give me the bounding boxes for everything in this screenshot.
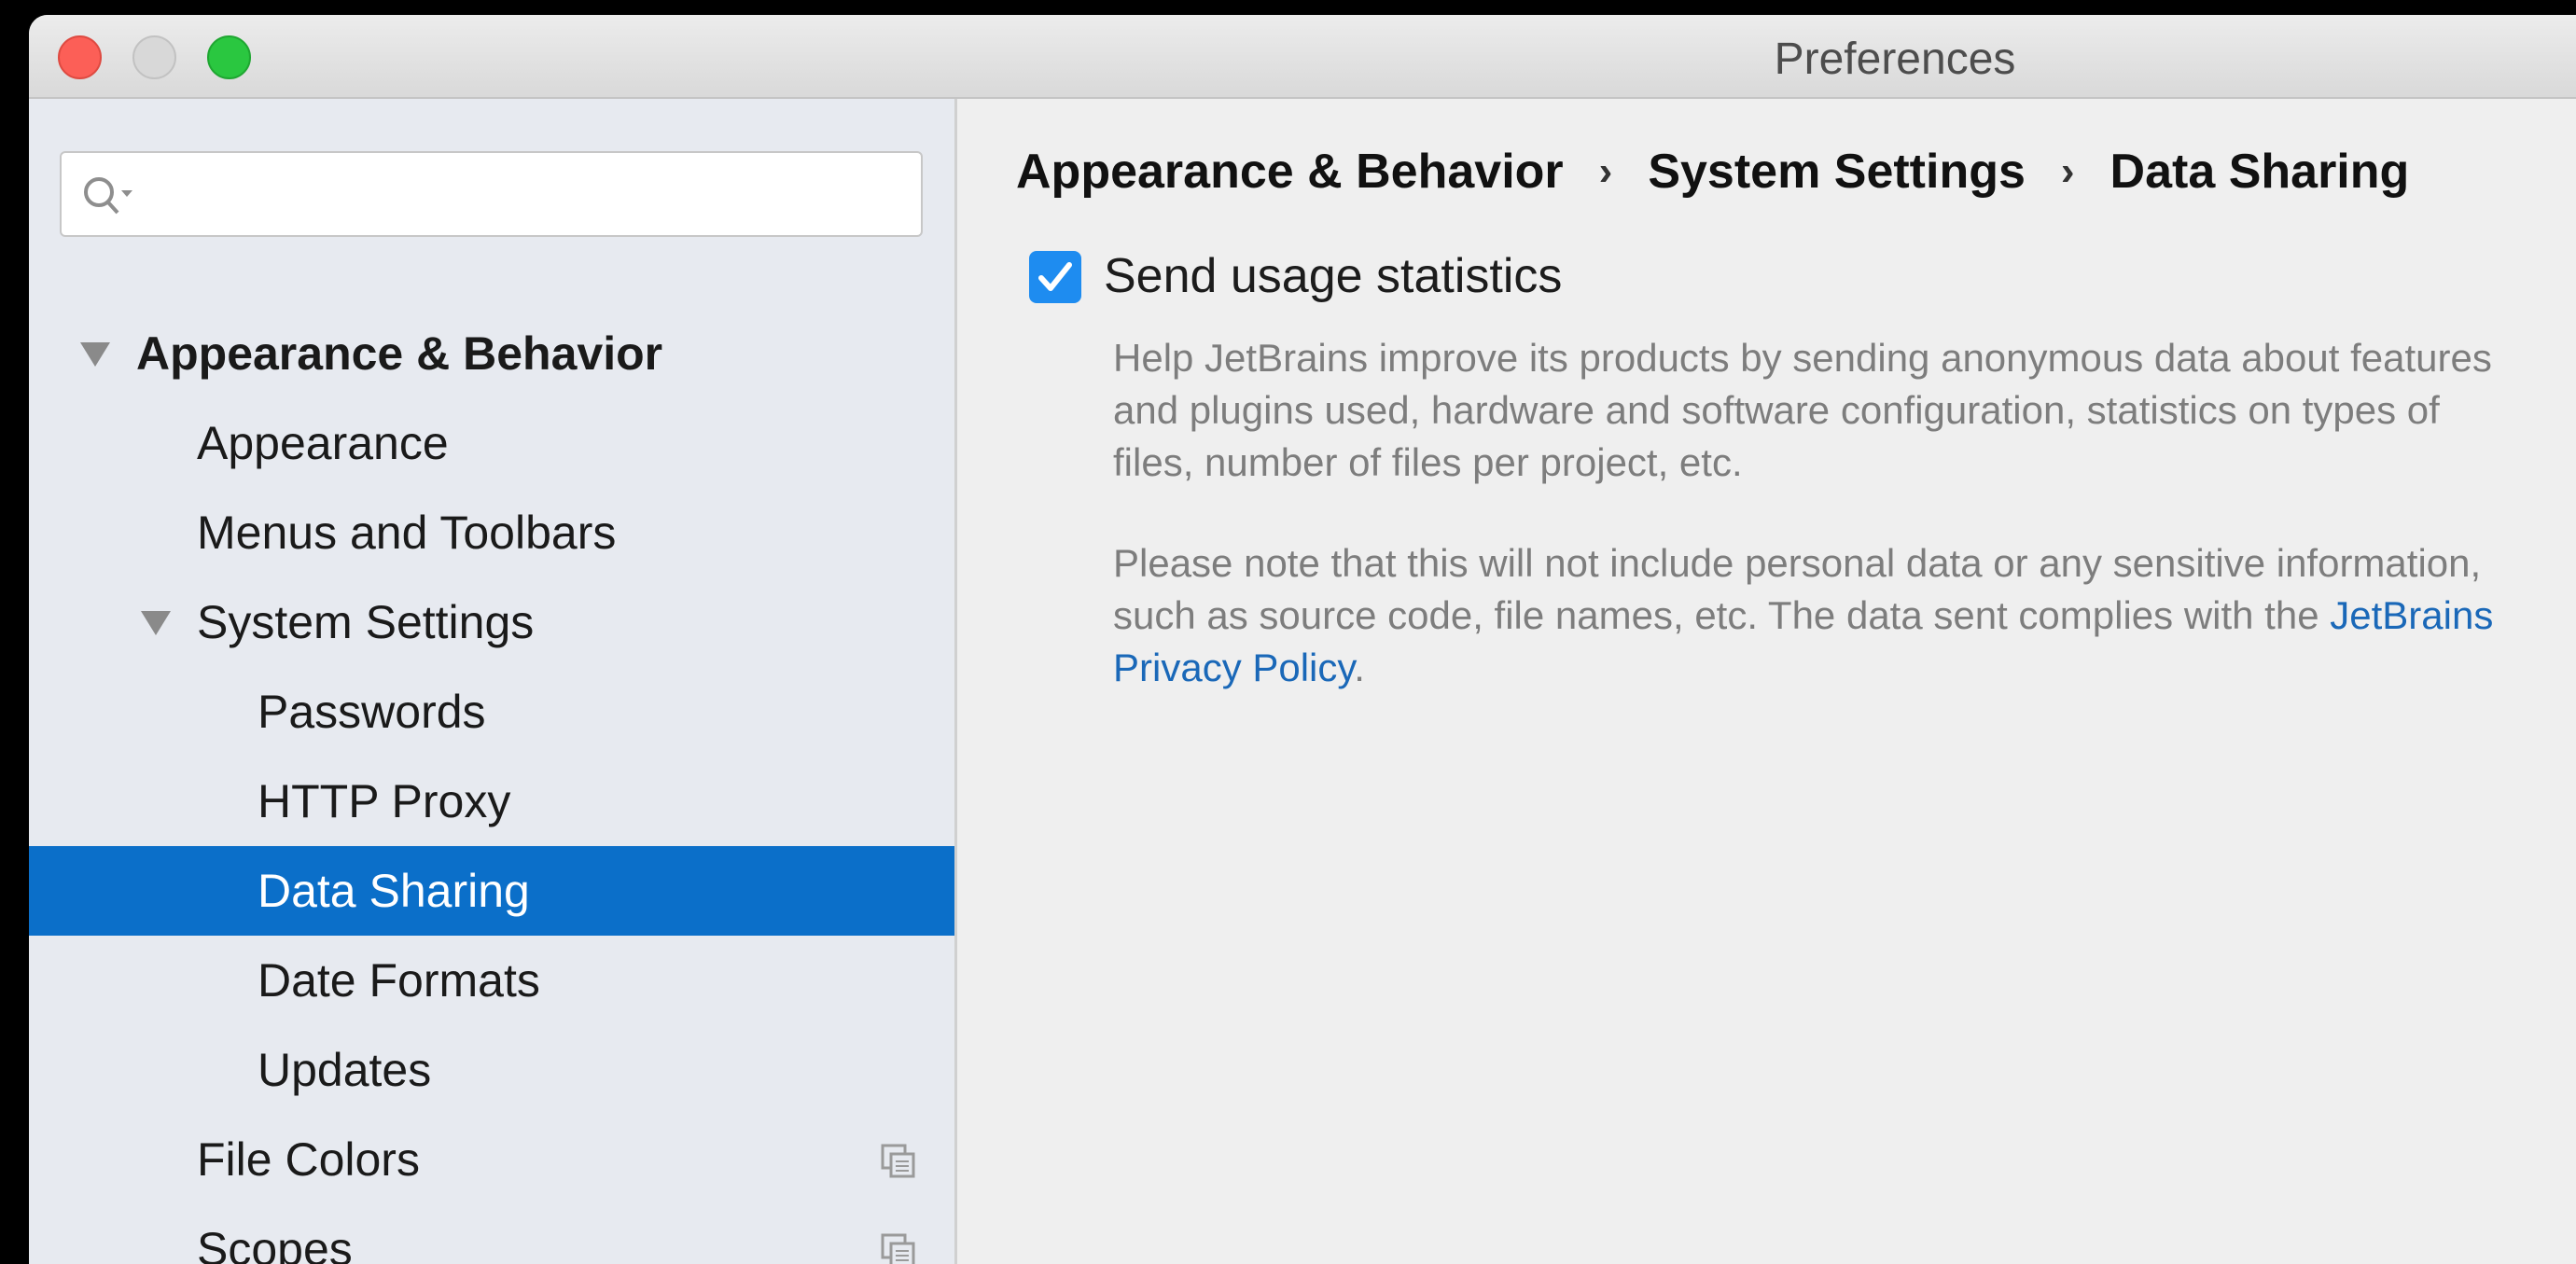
minimize-window-button[interactable] xyxy=(132,35,176,79)
maximize-window-button[interactable] xyxy=(207,35,251,79)
checkmark-icon xyxy=(1038,262,1072,291)
sidebar-item-data-sharing[interactable]: Data Sharing xyxy=(29,846,954,936)
sidebar-item-appearance[interactable]: Appearance xyxy=(29,398,954,488)
window-title: Preferences xyxy=(1774,35,2016,84)
sidebar-item-updates[interactable]: Updates xyxy=(29,1025,954,1115)
breadcrumb: Appearance & Behavior › System Settings … xyxy=(1016,144,2409,200)
help-text-usage: Help JetBrains improve its products by s… xyxy=(1113,336,2492,484)
help-text-privacy: Please note that this will not include p… xyxy=(1113,537,2513,694)
sidebar-item-scopes[interactable]: Scopes xyxy=(29,1204,954,1264)
breadcrumb-item[interactable]: Appearance & Behavior xyxy=(1016,144,1564,200)
close-window-button[interactable] xyxy=(58,35,102,79)
sidebar-item-appearance-behavior[interactable]: Appearance & Behavior xyxy=(29,309,954,398)
breadcrumb-item: Data Sharing xyxy=(2110,145,2410,199)
sidebar-item-http-proxy[interactable]: HTTP Proxy xyxy=(29,757,954,846)
send-usage-statistics-label[interactable]: Send usage statistics xyxy=(1104,248,1562,304)
help-text-privacy-prefix: Please note that this will not include p… xyxy=(1113,541,2482,637)
settings-sidebar: Appearance & Behavior Appearance Menus a… xyxy=(29,99,957,1264)
sidebar-item-menus-toolbars[interactable]: Menus and Toolbars xyxy=(29,488,954,577)
help-text-privacy-suffix: . xyxy=(1354,646,1365,689)
breadcrumb-chevron-icon: › xyxy=(1598,148,1613,194)
project-level-icon xyxy=(881,1233,915,1264)
breadcrumb-item[interactable]: System Settings xyxy=(1648,144,2026,200)
settings-search-input[interactable] xyxy=(60,151,923,237)
sidebar-item-file-colors[interactable]: File Colors xyxy=(29,1115,954,1204)
search-icon xyxy=(84,177,132,215)
project-level-icon xyxy=(881,1144,915,1178)
breadcrumb-chevron-icon: › xyxy=(2060,148,2075,194)
expand-triangle-icon[interactable] xyxy=(80,342,110,367)
settings-content: Appearance & Behavior › System Settings … xyxy=(957,99,2576,1264)
title-bar: Preferences xyxy=(29,15,2576,99)
expand-triangle-icon[interactable] xyxy=(141,611,171,635)
sidebar-item-date-formats[interactable]: Date Formats xyxy=(29,936,954,1025)
preferences-window: Preferences Appearance & Behavior Appear… xyxy=(29,15,2576,1264)
sidebar-item-passwords[interactable]: Passwords xyxy=(29,667,954,757)
sidebar-item-system-settings[interactable]: System Settings xyxy=(29,577,954,667)
send-usage-statistics-checkbox[interactable] xyxy=(1029,251,1081,303)
